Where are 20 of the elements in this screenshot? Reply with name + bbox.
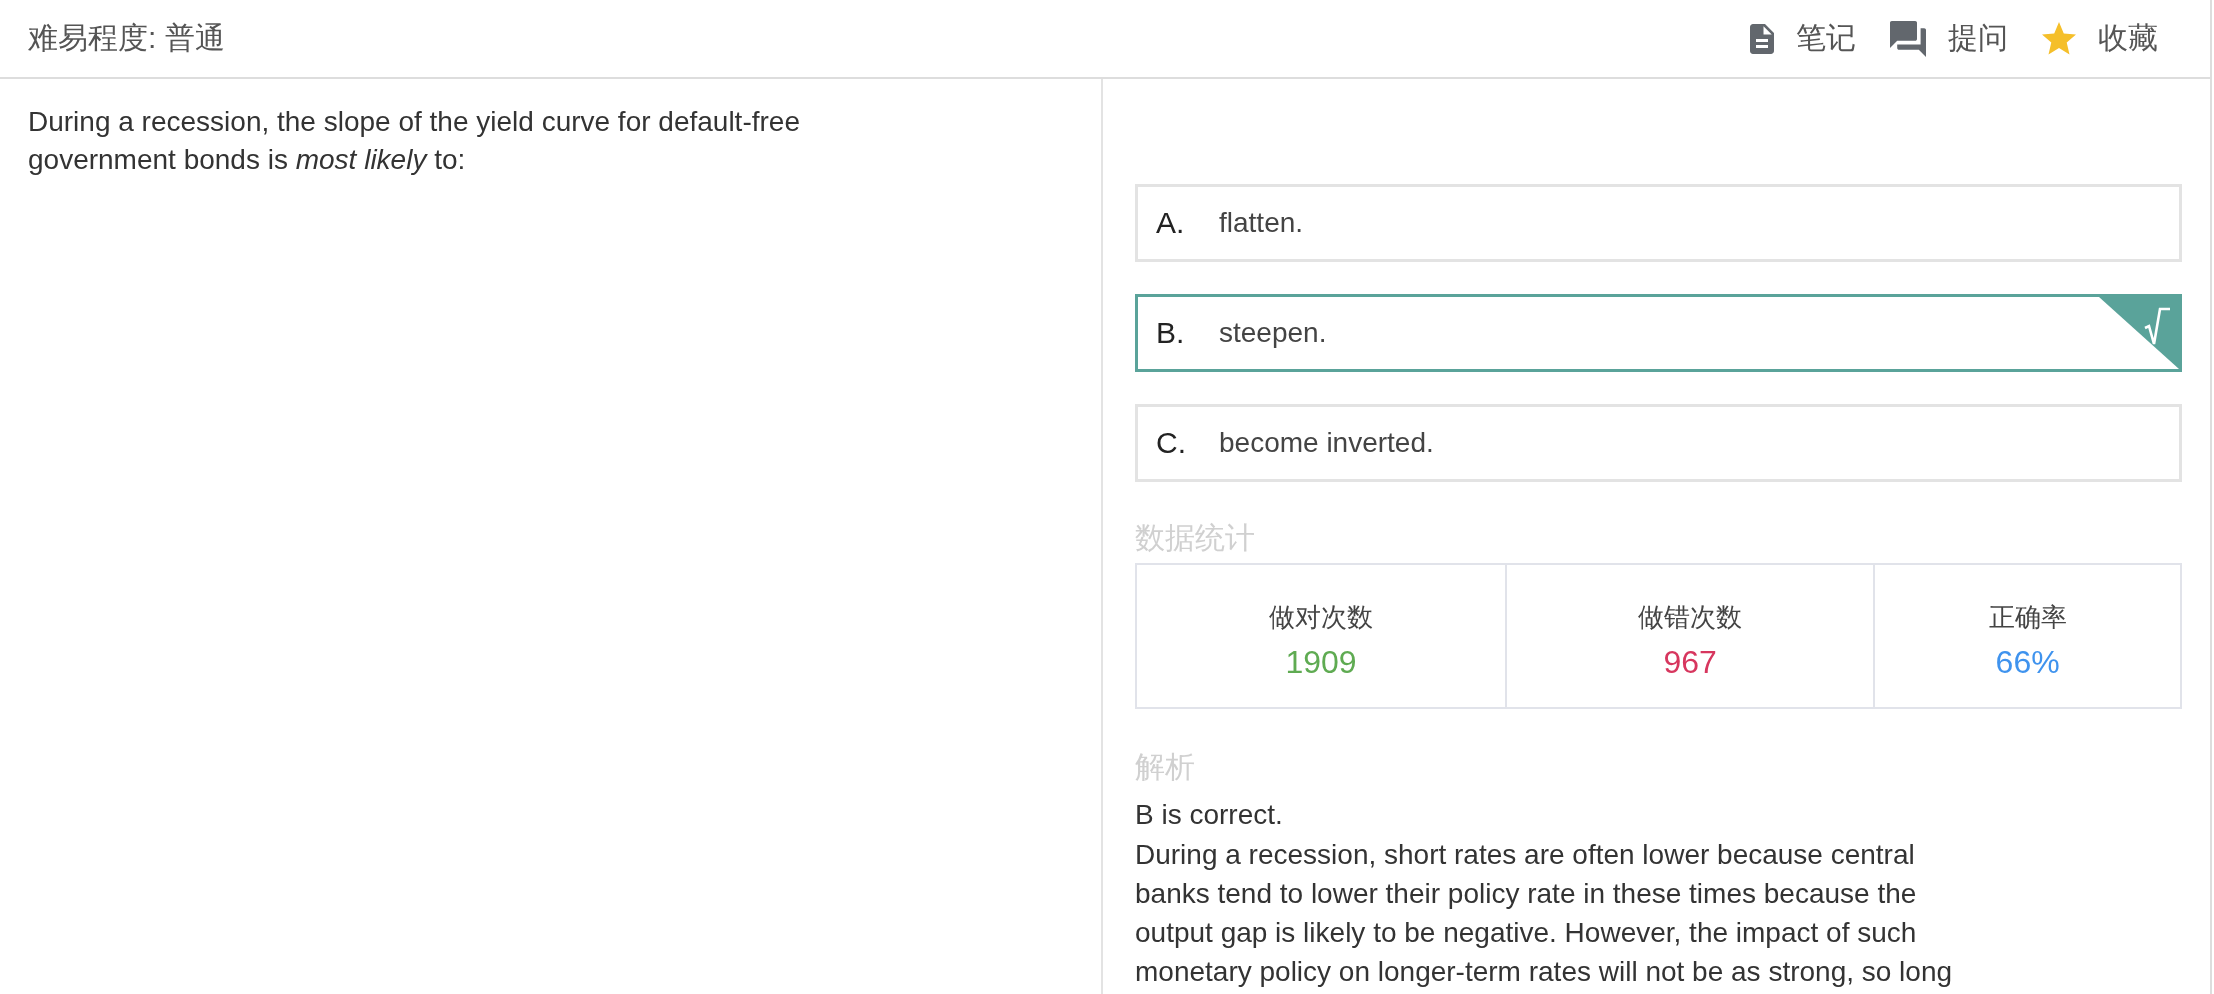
chat-bubbles-icon	[1890, 20, 1926, 57]
stat-value: 66%	[1995, 643, 2060, 682]
difficulty-label: 难易程度: 普通	[28, 20, 225, 56]
stat-label: 正确率	[1988, 601, 2067, 634]
stat-value: 1909	[1285, 643, 1357, 682]
notes-button[interactable]: 笔记	[1750, 18, 1856, 59]
ask-question-button[interactable]: 提问	[1890, 18, 2008, 59]
answer-option[interactable]: B. steepen.	[1135, 294, 2182, 372]
answer-verdict: B is correct.	[1135, 798, 1283, 832]
corner-check-icon	[2099, 297, 2179, 369]
favorite-button[interactable]: 收藏	[2042, 18, 2158, 59]
document-icon	[1750, 23, 1774, 54]
stat-label: 做对次数	[1269, 601, 1374, 634]
star-icon	[2042, 22, 2076, 55]
stat-label: 做错次数	[1638, 601, 1743, 634]
question-text: During a recession, the slope of the yield curve for default-free government bonds is most likely to:	[28, 105, 801, 177]
explanation-text: During a recession, short rates are often lower because central banks tend to lower their policy rate in these times because the output gap is likely to be negative. However, the impact of such monetary policy on longer-term rates will not be as strong, so long	[1135, 838, 1953, 989]
stat-value: 967	[1663, 643, 1717, 682]
answer-option[interactable]: C. become inverted.	[1135, 404, 2182, 482]
answer-option[interactable]: A. flatten.	[1135, 184, 2182, 262]
